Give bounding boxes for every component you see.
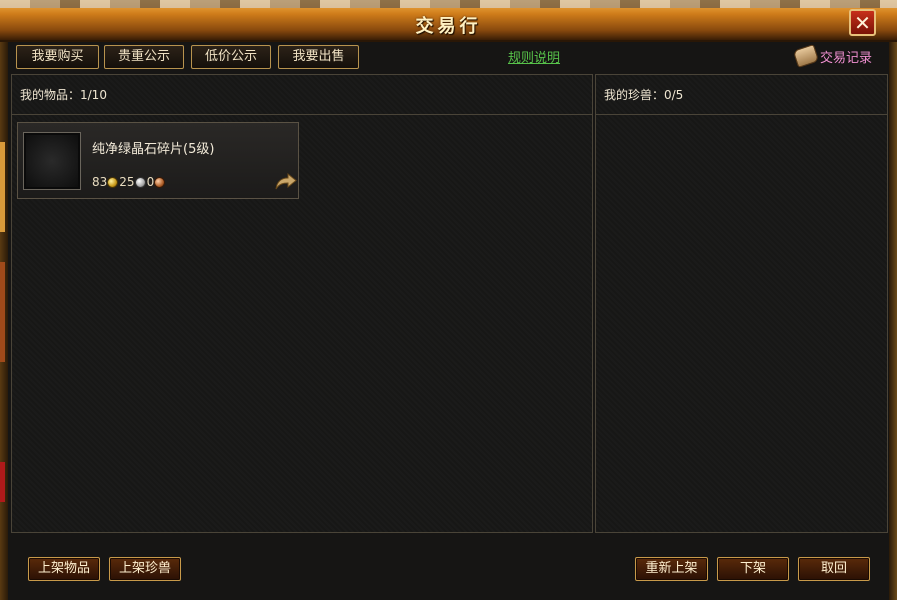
gold-coin-icon bbox=[107, 176, 119, 188]
window-title: 交易行 bbox=[415, 16, 482, 37]
frame-accent bbox=[0, 262, 5, 362]
close-button[interactable]: ✕ bbox=[849, 9, 876, 36]
tab-valuable-notice[interactable]: 贵重公示 bbox=[104, 45, 184, 69]
right-frame-border bbox=[889, 42, 897, 600]
tab-lowprice-notice[interactable]: 低价公示 bbox=[191, 45, 271, 69]
trade-record-button[interactable]: 交易记录 bbox=[793, 44, 872, 68]
my-pets-panel: 我的珍兽：0/5 bbox=[595, 74, 888, 533]
rules-link[interactable]: 规则说明 bbox=[508, 47, 560, 66]
tab-buy[interactable]: 我要购买 bbox=[16, 45, 99, 69]
list-pet-button[interactable]: 上架珍兽 bbox=[109, 557, 181, 581]
scroll-icon bbox=[793, 44, 819, 68]
close-icon: ✕ bbox=[854, 10, 871, 35]
copper-coin-icon bbox=[154, 176, 166, 188]
frame-accent bbox=[0, 142, 5, 232]
price-copper-value: 0 bbox=[146, 175, 155, 189]
item-icon-slot bbox=[23, 132, 81, 190]
share-arrow-icon[interactable] bbox=[274, 171, 298, 191]
frame-accent bbox=[0, 462, 5, 502]
my-items-header: 我的物品：1/10 bbox=[12, 75, 592, 115]
title-bar: 交易行 ✕ bbox=[0, 0, 897, 42]
price-silver-value: 25 bbox=[119, 175, 135, 189]
item-name: 纯净绿晶石碎片(5级) bbox=[92, 142, 215, 157]
silver-coin-icon bbox=[134, 176, 146, 188]
list-item-button[interactable]: 上架物品 bbox=[28, 557, 100, 581]
delist-button[interactable]: 下架 bbox=[717, 557, 789, 581]
item-card[interactable]: 纯净绿晶石碎片(5级) 83 25 0 bbox=[17, 122, 299, 199]
left-frame-border bbox=[0, 42, 8, 600]
item-price: 83 25 0 bbox=[92, 175, 166, 189]
price-gold-value: 83 bbox=[92, 175, 108, 189]
tab-sell[interactable]: 我要出售 bbox=[278, 45, 359, 69]
relist-button[interactable]: 重新上架 bbox=[635, 557, 708, 581]
trade-record-label: 交易记录 bbox=[820, 50, 873, 66]
my-pets-header: 我的珍兽：0/5 bbox=[596, 75, 887, 115]
retrieve-button[interactable]: 取回 bbox=[798, 557, 870, 581]
